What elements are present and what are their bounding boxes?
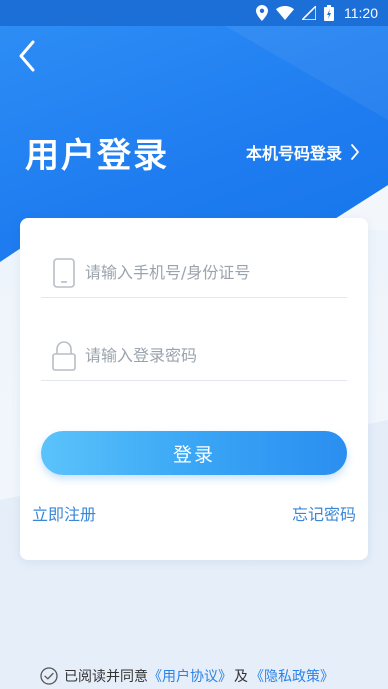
login-screen: 11:20 用户登录 本机号码登录 登录 立即注册 忘记密码 [0, 0, 388, 689]
agreement-checkbox[interactable] [40, 667, 58, 685]
local-number-login-label: 本机号码登录 [246, 144, 343, 163]
wifi-icon [276, 6, 294, 20]
agreement-prefix: 已阅读并同意 [64, 669, 148, 685]
forgot-password-link[interactable]: 忘记密码 [292, 501, 356, 525]
password-field [41, 331, 347, 381]
lock-icon [49, 340, 79, 371]
privacy-policy-link[interactable]: 《隐私政策》 [250, 666, 334, 686]
agreement-and: 及 [234, 669, 248, 685]
location-icon [256, 5, 268, 21]
page-title: 用户登录 [25, 137, 169, 175]
login-card: 登录 立即注册 忘记密码 [20, 218, 368, 560]
chevron-right-icon [351, 144, 359, 160]
phone-field [41, 248, 347, 298]
user-agreement-link[interactable]: 《用户协议》 [148, 666, 232, 686]
phone-icon [49, 257, 79, 288]
phone-input[interactable] [85, 263, 325, 282]
battery-icon [324, 5, 334, 21]
login-button[interactable]: 登录 [41, 431, 347, 475]
status-bar: 11:20 [0, 0, 388, 26]
back-button[interactable] [12, 36, 42, 76]
chevron-left-icon [19, 40, 35, 72]
status-time: 11:20 [344, 5, 378, 21]
local-number-login-link[interactable]: 本机号码登录 [246, 140, 360, 164]
agreement-row: 已阅读并同意 《用户协议》 及 《隐私政策》 [40, 666, 334, 686]
register-link[interactable]: 立即注册 [32, 501, 96, 525]
signal-icon [302, 6, 316, 20]
password-input[interactable] [85, 346, 325, 365]
